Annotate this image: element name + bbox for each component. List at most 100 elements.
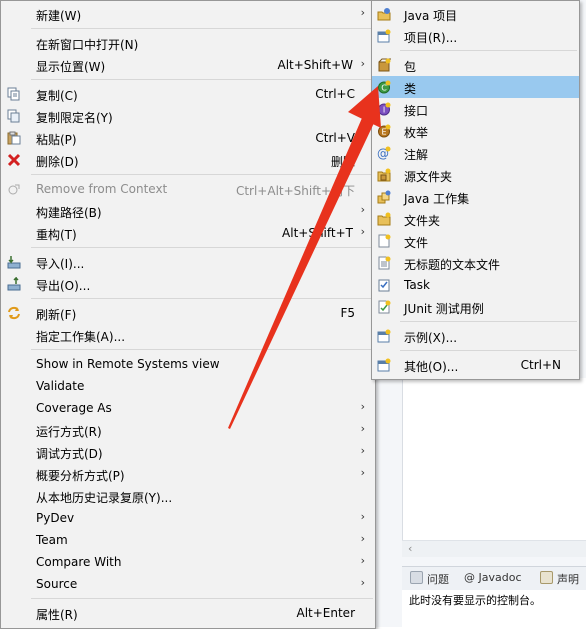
package-icon bbox=[378, 58, 391, 72]
menu-separator bbox=[31, 28, 373, 29]
menu-separator bbox=[31, 598, 373, 599]
menu-item-remove-from-context[interactable]: Remove from Context Ctrl+Alt+Shift+向下 bbox=[1, 178, 375, 200]
horizontal-scrollbar[interactable]: ‹ bbox=[402, 540, 586, 557]
paste-icon bbox=[7, 131, 21, 145]
folder-icon bbox=[377, 212, 391, 226]
submenu-arrow-icon: › bbox=[360, 57, 365, 70]
console-view: 此时没有要显示的控制台。 bbox=[402, 590, 586, 627]
project-icon bbox=[377, 29, 391, 43]
submenu-arrow-icon: › bbox=[360, 225, 365, 238]
scroll-left-icon[interactable]: ‹ bbox=[408, 542, 412, 555]
menu-item-open-new-window[interactable]: 在新窗口中打开(N) bbox=[1, 32, 375, 54]
submenu-arrow-icon: › bbox=[360, 400, 365, 413]
submenu-arrow-icon: › bbox=[360, 466, 365, 479]
menu-item-source[interactable]: Source › bbox=[1, 573, 375, 595]
menu-item-restore-local-history[interactable]: 从本地历史记录复原(Y)... bbox=[1, 485, 375, 507]
submenu-item-folder[interactable]: 文件夹 bbox=[372, 208, 579, 230]
submenu-arrow-icon: › bbox=[360, 422, 365, 435]
submenu-item-java-working-set[interactable]: Java 工作集 bbox=[372, 186, 579, 208]
submenu-arrow-icon: › bbox=[360, 576, 365, 589]
menu-item-export[interactable]: 导出(O)... bbox=[1, 273, 375, 295]
menu-item-validate[interactable]: Validate bbox=[1, 375, 375, 397]
menu-item-assign-working-set[interactable]: 指定工作集(A)... bbox=[1, 324, 375, 346]
tab-problems[interactable]: 问题 bbox=[410, 571, 449, 587]
menu-item-run-as[interactable]: 运行方式(R) › bbox=[1, 419, 375, 441]
text-file-icon bbox=[378, 256, 391, 270]
menu-item-show-in[interactable]: 显示位置(W) Alt+Shift+W › bbox=[1, 54, 375, 76]
java-project-icon bbox=[377, 8, 391, 21]
svg-text:E: E bbox=[381, 128, 386, 137]
menu-item-show-remote-systems[interactable]: Show in Remote Systems view bbox=[1, 353, 375, 375]
menu-item-team[interactable]: Team › bbox=[1, 529, 375, 551]
submenu-item-junit-test-case[interactable]: JUnit 测试用例 bbox=[372, 296, 579, 318]
submenu-arrow-icon: › bbox=[360, 203, 365, 216]
examples-icon bbox=[377, 329, 391, 343]
task-icon bbox=[378, 279, 390, 292]
menu-item-debug-as[interactable]: 调试方式(D) › bbox=[1, 441, 375, 463]
declaration-icon bbox=[540, 571, 553, 584]
submenu-item-untitled-text-file[interactable]: 无标题的文本文件 bbox=[372, 252, 579, 274]
menu-item-new[interactable]: 新建(W) › bbox=[1, 3, 375, 25]
submenu-item-class[interactable]: C 类 bbox=[372, 76, 579, 98]
menu-item-copy-qualified-name[interactable]: 复制限定名(Y) bbox=[1, 105, 375, 127]
menu-separator bbox=[400, 50, 577, 51]
enum-icon: E bbox=[378, 124, 391, 138]
menu-item-pydev[interactable]: PyDev › bbox=[1, 507, 375, 529]
editor-panel bbox=[402, 378, 586, 548]
submenu-arrow-icon: › bbox=[360, 532, 365, 545]
new-submenu: Java 项目 项目(R)... 包 C 类 I 接口 E 枚举 @ 注解 源文… bbox=[371, 0, 580, 380]
file-icon bbox=[378, 234, 391, 248]
menu-item-coverage-as[interactable]: Coverage As › bbox=[1, 397, 375, 419]
menu-separator bbox=[31, 247, 373, 248]
problems-icon bbox=[410, 571, 423, 584]
menu-item-delete[interactable]: 删除(D) 删除 bbox=[1, 149, 375, 171]
java-working-set-icon bbox=[377, 190, 391, 204]
menu-separator bbox=[400, 350, 577, 351]
menu-item-refactor[interactable]: 重构(T) Alt+Shift+T › bbox=[1, 222, 375, 244]
annotation-icon: @ bbox=[377, 146, 391, 160]
submenu-arrow-icon: › bbox=[360, 6, 365, 19]
menu-item-paste[interactable]: 粘贴(P) Ctrl+V bbox=[1, 127, 375, 149]
junit-icon bbox=[378, 300, 391, 314]
submenu-item-java-project[interactable]: Java 项目 bbox=[372, 3, 579, 25]
submenu-arrow-icon: › bbox=[360, 444, 365, 457]
menu-item-profile-as[interactable]: 概要分析方式(P) › bbox=[1, 463, 375, 485]
submenu-arrow-icon: › bbox=[360, 554, 365, 567]
delete-icon bbox=[7, 153, 21, 167]
svg-text:C: C bbox=[381, 84, 387, 93]
view-tab-bar: 问题 @ Javadoc 声明 bbox=[402, 566, 586, 591]
submenu-item-project[interactable]: 项目(R)... bbox=[372, 25, 579, 47]
interface-icon: I bbox=[378, 102, 391, 116]
import-icon bbox=[7, 256, 21, 269]
submenu-item-annotation[interactable]: @ 注解 bbox=[372, 142, 579, 164]
tab-javadoc[interactable]: @ Javadoc bbox=[464, 571, 522, 584]
other-wizard-icon bbox=[377, 358, 391, 372]
submenu-item-other[interactable]: 其他(O)... Ctrl+N bbox=[372, 354, 579, 376]
menu-separator bbox=[31, 349, 373, 350]
menu-item-refresh[interactable]: 刷新(F) F5 bbox=[1, 302, 375, 324]
submenu-item-source-folder[interactable]: 源文件夹 bbox=[372, 164, 579, 186]
menu-separator bbox=[31, 174, 373, 175]
submenu-item-examples[interactable]: 示例(X)... bbox=[372, 325, 579, 347]
menu-item-build-path[interactable]: 构建路径(B) › bbox=[1, 200, 375, 222]
submenu-item-enum[interactable]: E 枚举 bbox=[372, 120, 579, 142]
export-icon bbox=[7, 277, 21, 291]
submenu-arrow-icon: › bbox=[360, 510, 365, 523]
menu-item-compare-with[interactable]: Compare With › bbox=[1, 551, 375, 573]
submenu-item-file[interactable]: 文件 bbox=[372, 230, 579, 252]
menu-separator bbox=[400, 321, 577, 322]
copy-icon bbox=[7, 87, 20, 101]
submenu-item-task[interactable]: Task bbox=[372, 274, 579, 296]
svg-text:I: I bbox=[383, 106, 385, 115]
submenu-item-interface[interactable]: I 接口 bbox=[372, 98, 579, 120]
tab-declaration[interactable]: 声明 bbox=[540, 571, 579, 587]
menu-item-properties[interactable]: 属性(R) Alt+Enter bbox=[1, 602, 375, 624]
menu-separator bbox=[31, 298, 373, 299]
menu-item-import[interactable]: 导入(I)... bbox=[1, 251, 375, 273]
source-folder-icon bbox=[377, 168, 391, 182]
remove-context-icon bbox=[8, 184, 20, 195]
copy-qualified-name-icon bbox=[7, 109, 20, 123]
refresh-icon bbox=[8, 306, 20, 320]
submenu-item-package[interactable]: 包 bbox=[372, 54, 579, 76]
menu-item-copy[interactable]: 复制(C) Ctrl+C bbox=[1, 83, 375, 105]
